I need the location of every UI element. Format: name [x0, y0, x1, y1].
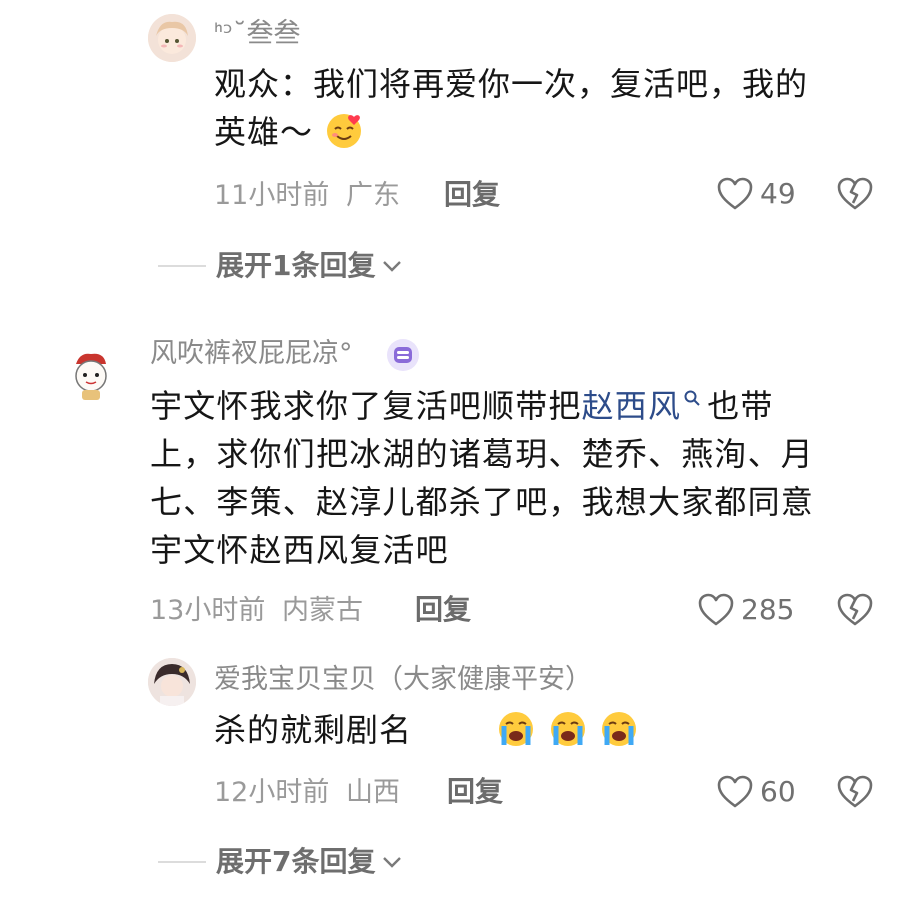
comment-text-fragment: 宇文怀我求你了复活吧顺带把 [150, 387, 582, 425]
username[interactable]: 风吹裤衩屁屁凉° [150, 340, 353, 367]
comment-time: 11小时前 [214, 180, 330, 211]
reply-button[interactable]: 回复 [447, 778, 503, 806]
broken-heart-icon [837, 177, 873, 210]
dislike-button[interactable] [836, 592, 874, 632]
creator-badge-icon [386, 338, 420, 376]
comment-meta: 12小时前 山西 [214, 779, 400, 806]
comment-text-fragment: 杀的就剩剧名 [214, 711, 413, 749]
comment-text: 杀的就剩剧名 [214, 706, 894, 754]
avatar-image [148, 14, 196, 62]
comment-line: 上，求你们把冰湖的诸葛玥、楚乔、燕洵、月 [150, 435, 815, 473]
heart-icon [717, 775, 753, 808]
comment-location: 山西 [345, 777, 400, 808]
like-button[interactable]: 60 [716, 774, 796, 810]
loudly-crying-face-emoji [599, 709, 639, 749]
like-button[interactable]: 285 [697, 592, 794, 628]
username[interactable]: ᑋᵓ˘叁叁 [214, 20, 300, 47]
loudly-crying-face-emoji [548, 709, 588, 749]
divider [158, 861, 206, 863]
avatar[interactable] [148, 14, 196, 62]
expand-replies-label: 展开1条回复 [216, 249, 376, 282]
like-count: 60 [760, 775, 796, 808]
broken-heart-icon [837, 775, 873, 808]
expand-replies-button[interactable]: 展开1条回复 [158, 252, 403, 280]
like-count: 285 [741, 593, 795, 626]
smiling-face-with-heart-emoji [324, 111, 364, 151]
comment-meta: 13小时前 内蒙古 [150, 597, 363, 624]
heart-icon [698, 593, 734, 626]
broken-heart-icon [837, 593, 873, 626]
loudly-crying-face-emoji [496, 709, 536, 749]
chevron-down-icon [383, 857, 402, 868]
dislike-button[interactable] [836, 774, 874, 814]
expand-replies-button[interactable]: 展开7条回复 [158, 848, 403, 876]
comment-text: 宇文怀我求你了复活吧顺带把赵西风 也带 上，求你们把冰湖的诸葛玥、楚乔、燕洵、月 … [150, 382, 890, 574]
comment-text: 观众：我们将再爱你一次，复活吧，我的 英雄～ [214, 60, 894, 156]
comment-time: 12小时前 [214, 777, 330, 808]
reply-button[interactable]: 回复 [444, 181, 500, 209]
avatar-image [148, 658, 196, 706]
comment-line: 七、李策、赵淳儿都杀了吧，我想大家都同意 [150, 483, 815, 521]
comment-text-fragment: 也带 [707, 387, 774, 425]
comment-line: 英雄～ [214, 108, 894, 156]
comment-location: 广东 [345, 180, 400, 211]
comment-location: 内蒙古 [281, 595, 363, 626]
avatar-image [66, 348, 116, 404]
avatar[interactable] [66, 348, 116, 404]
comment-line: 观众：我们将再爱你一次，复活吧，我的 [214, 65, 809, 103]
search-icon [684, 390, 700, 406]
search-link[interactable]: 赵西风 [582, 387, 702, 425]
comment-meta: 11小时前 广东 [214, 182, 400, 209]
reply-button[interactable]: 回复 [415, 596, 471, 624]
divider [158, 265, 206, 267]
expand-replies-label: 展开7条回复 [216, 845, 376, 878]
comment-line: 杀的就剩剧名 [214, 706, 894, 754]
like-count: 49 [760, 177, 796, 210]
username[interactable]: 爱我宝贝宝贝（大家健康平安） [214, 666, 592, 693]
comment-text-fragment: 英雄～ [214, 113, 314, 151]
search-link-label[interactable]: 赵西风 [582, 387, 682, 425]
comment-time: 13小时前 [150, 595, 266, 626]
comment-line: 宇文怀赵西风复活吧 [150, 531, 449, 569]
chevron-down-icon [383, 261, 402, 272]
avatar[interactable] [148, 658, 196, 706]
like-button[interactable]: 49 [716, 176, 796, 212]
comment-line: 宇文怀我求你了复活吧顺带把赵西风 也带 [150, 382, 890, 430]
dislike-button[interactable] [836, 176, 874, 216]
heart-icon [717, 177, 753, 210]
